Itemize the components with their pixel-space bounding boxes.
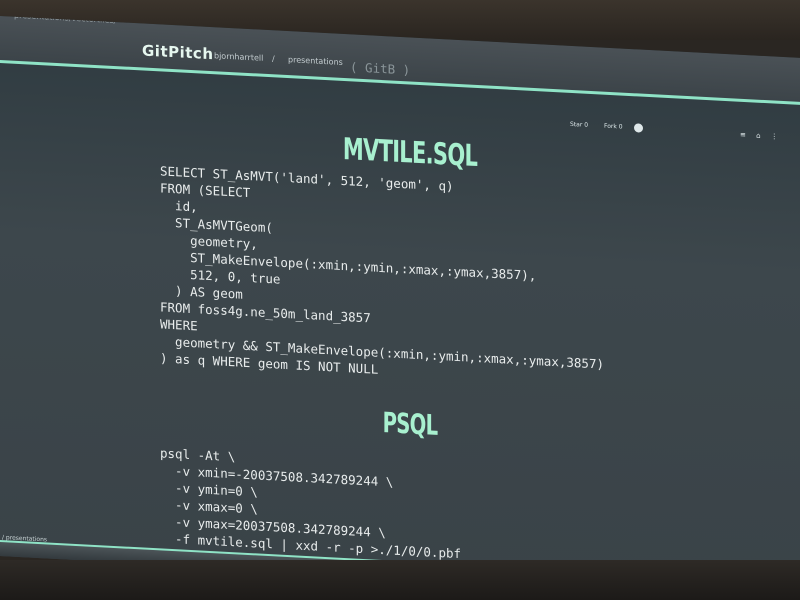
- code-block-psql: psql -At \ -v xmin=-20037508.342789244 \…: [160, 445, 462, 562]
- room-floor: [0, 560, 800, 600]
- menu-icons[interactable]: ≡ ⌂ ⋮: [740, 131, 782, 141]
- breadcrumb-presentations[interactable]: presentations: [288, 55, 343, 67]
- code-block-mvtile-sql: SELECT ST_AsMVT('land', 512, 'geom', q) …: [160, 163, 605, 377]
- brand-logo[interactable]: GitPitch: [142, 41, 214, 63]
- breadcrumb-separator: /: [272, 54, 275, 64]
- projected-slide: presentations/vectortiles/ GitPitch bjor…: [0, 16, 800, 598]
- breadcrumb-user[interactable]: bjornharrtell: [214, 51, 263, 63]
- breadcrumb-code-tag[interactable]: ( GitB ): [350, 58, 410, 78]
- star-button[interactable]: Star 0: [566, 120, 592, 130]
- fork-button[interactable]: Fork 0: [600, 121, 627, 131]
- github-icon[interactable]: [634, 123, 643, 133]
